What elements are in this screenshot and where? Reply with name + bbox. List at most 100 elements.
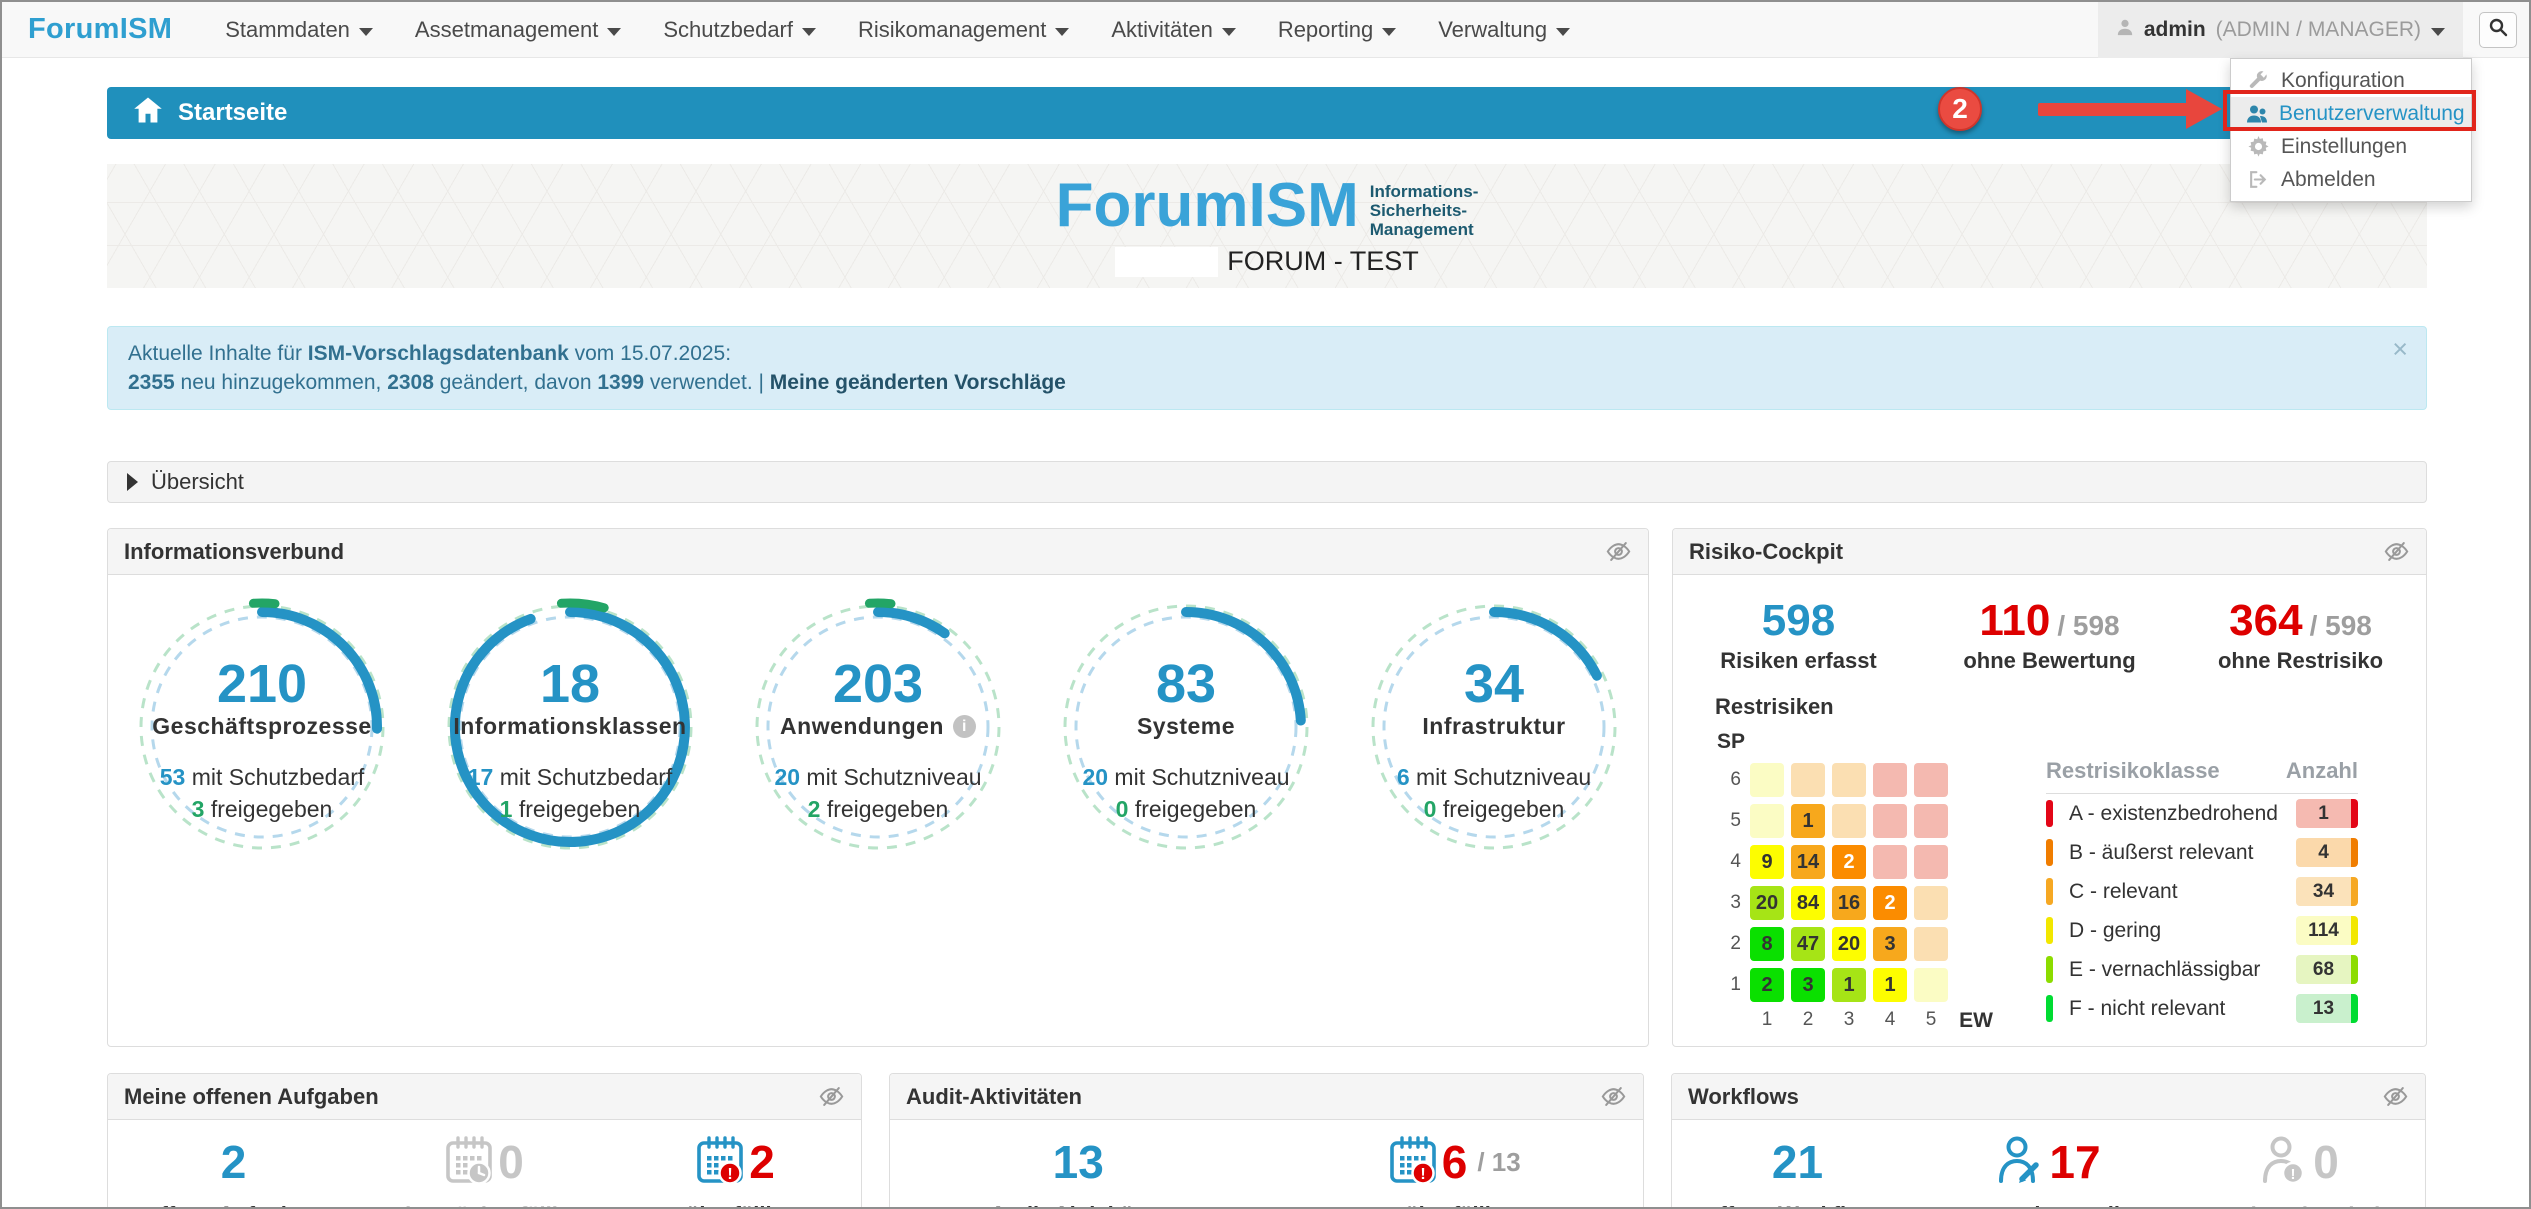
heatmap-cell	[1750, 804, 1784, 838]
risk-cockpit-title: Risiko-Cockpit	[1689, 539, 1843, 565]
user-menu-item-label: Konfiguration	[2281, 69, 2405, 93]
kpi-anwendungen[interactable]: 203Anwendungeni20 mit Schutzniveau2 frei…	[724, 597, 1032, 857]
kpi-label-text: Anwendungen	[780, 713, 944, 740]
app-window: ForumISM StammdatenAssetmanagementSchutz…	[0, 0, 2531, 1209]
class-color-bar	[2046, 878, 2053, 905]
alert-close-button[interactable]: ×	[2392, 335, 2408, 364]
kpi-label-text: Geschäftsprozesse	[152, 713, 371, 740]
heatmap-cell[interactable]: 2	[1750, 968, 1784, 1002]
risk-class-row-c[interactable]: C - relevant34	[2046, 872, 2358, 911]
heatmap-cell[interactable]: 2	[1873, 886, 1907, 920]
stat-demnächst-fällig[interactable]: 0demnächst fällig	[359, 1134, 610, 1209]
heatmap-cell[interactable]: 3	[1873, 927, 1907, 961]
risk-stat-ohne-bewertung[interactable]: 110/ 598 ohne Bewertung	[1924, 597, 2175, 674]
heatmap-cell[interactable]: 2	[1832, 845, 1866, 879]
heatmap-cell[interactable]: 20	[1832, 927, 1866, 961]
user-menu-item-abmelden[interactable]: Abmelden	[2231, 163, 2471, 196]
stat-audit-aktivitäten[interactable]: 13Audit-Aktivitäten	[890, 1134, 1267, 1209]
nav-item-stammdaten[interactable]: Stammdaten	[204, 2, 394, 58]
heatmap-cell[interactable]: 8	[1750, 927, 1784, 961]
risk-stat-total: / 598	[2310, 610, 2372, 641]
heatmap-cell[interactable]: 14	[1791, 845, 1825, 879]
stat-label: von mir zu bearbeiten	[2186, 1202, 2413, 1209]
heatmap-cell[interactable]: 47	[1791, 927, 1825, 961]
sp-tick-label: 6	[1715, 769, 1741, 791]
kpi-geschäftsprozesse[interactable]: 210Geschäftsprozesse53 mit Schutzbedarf3…	[108, 597, 416, 857]
risk-class-row-d[interactable]: D - gering114	[2046, 911, 2358, 950]
alert-line-1: Aktuelle Inhalte für ISM-Vorschlagsdaten…	[128, 339, 2406, 368]
overview-collapse-bar[interactable]: Übersicht	[107, 461, 2427, 503]
risk-matrix-title: Restrisiken	[1673, 694, 2426, 720]
info-icon[interactable]: i	[953, 715, 976, 738]
risk-stats-row: 598 Risiken erfasst110/ 598 ohne Bewertu…	[1673, 575, 2426, 686]
nav-item-schutzbedarf[interactable]: Schutzbedarf	[642, 2, 837, 58]
ew-tick-label: 4	[1873, 1009, 1907, 1033]
my-changed-suggestions-link[interactable]: Meine geänderten Vorschläge	[770, 371, 1066, 394]
hide-panel-icon[interactable]	[818, 1083, 845, 1110]
risk-stat-ohne-restrisiko[interactable]: 364/ 598 ohne Restrisiko	[2175, 597, 2426, 674]
heatmap-cell[interactable]: 16	[1832, 886, 1866, 920]
brand-logo[interactable]: ForumISM	[2, 13, 204, 46]
heatmap-cell[interactable]: 84	[1791, 886, 1825, 920]
stat-value-row: 13	[1053, 1134, 1104, 1190]
chevron-down-icon	[802, 28, 816, 36]
kpi-label: Systeme	[1137, 713, 1235, 740]
kpi-stat-1: 20 mit Schutzniveau	[1082, 761, 1289, 793]
nav-item-assetmanagement[interactable]: Assetmanagement	[394, 2, 642, 58]
risk-cockpit-header: Risiko-Cockpit	[1673, 529, 2426, 575]
kpi-substats: 53 mit Schutzbedarf3 freigegeben	[160, 761, 365, 825]
user-menu-item-einstellungen[interactable]: Einstellungen	[2231, 130, 2471, 163]
heatmap-cell[interactable]: 9	[1750, 845, 1784, 879]
stat-offene-aufgaben[interactable]: 2offene Aufgaben	[108, 1134, 359, 1209]
stat-überfällig[interactable]: !2überfällig	[610, 1134, 861, 1209]
heatmap-cell[interactable]: 20	[1750, 886, 1784, 920]
heatmap-cell[interactable]: 3	[1791, 968, 1825, 1002]
wrench-icon	[2246, 70, 2270, 91]
class-label: C - relevant	[2069, 880, 2296, 904]
heatmap-cell	[1914, 763, 1948, 797]
hide-panel-icon[interactable]	[1600, 1083, 1627, 1110]
kpi-stat-1: 17 mit Schutzbedarf	[468, 761, 673, 793]
heatmap-cell	[1914, 968, 1948, 1002]
home-icon[interactable]	[133, 96, 163, 131]
environment-label-row: FORUM - TEST	[1115, 246, 1419, 277]
nav-item-reporting[interactable]: Reporting	[1257, 2, 1417, 58]
kpi-circle: 203Anwendungeni20 mit Schutzniveau2 frei…	[748, 597, 1008, 857]
kpi-systeme[interactable]: 83Systeme20 mit Schutzniveau0 freigegebe…	[1032, 597, 1340, 857]
search-button[interactable]	[2479, 12, 2517, 48]
hide-panel-icon[interactable]	[2382, 1083, 2409, 1110]
risk-class-row-e[interactable]: E - vernachlässigbar68	[2046, 950, 2358, 989]
kpi-informationsklassen[interactable]: 18Informationsklassen17 mit Schutzbedarf…	[416, 597, 724, 857]
user-menu-toggle[interactable]: admin (ADMIN / MANAGER)	[2098, 2, 2463, 58]
heatmap-cell[interactable]: 1	[1791, 804, 1825, 838]
nav-item-aktivitäten[interactable]: Aktivitäten	[1090, 2, 1257, 58]
stat-überfällig[interactable]: !6/ 13überfällig	[1267, 1134, 1644, 1209]
nav-item-verwaltung[interactable]: Verwaltung	[1417, 2, 1591, 58]
risk-stat-risiken-erfasst[interactable]: 598 Risiken erfasst	[1673, 597, 1924, 674]
risk-stat-label: Risiken erfasst	[1673, 648, 1924, 674]
kpi-infrastruktur[interactable]: 34Infrastruktur6 mit Schutzniveau0 freig…	[1340, 597, 1648, 857]
heatmap-cell[interactable]: 1	[1873, 968, 1907, 1002]
stat-label: demnächst fällig	[398, 1202, 572, 1209]
environment-label: FORUM - TEST	[1227, 246, 1419, 277]
heatmap-cell	[1832, 804, 1866, 838]
hide-panel-icon[interactable]	[1605, 538, 1632, 565]
class-count-badge: 1	[2296, 799, 2358, 828]
alert-line-2: 2355 neu hinzugekommen, 2308 geändert, d…	[128, 368, 2406, 397]
risk-class-row-f[interactable]: F - nicht relevant13	[2046, 989, 2358, 1028]
stat-value: 2	[221, 1139, 247, 1185]
hide-panel-icon[interactable]	[2383, 538, 2410, 565]
kpi-stat-2: 2 freigegeben	[774, 793, 981, 825]
stat-value: 13	[1053, 1139, 1104, 1185]
heatmap-cell[interactable]: 1	[1832, 968, 1866, 1002]
chevron-down-icon	[2431, 28, 2445, 36]
expand-triangle-icon	[127, 473, 138, 491]
user-roles: (ADMIN / MANAGER)	[2216, 18, 2421, 42]
risk-class-row-b[interactable]: B - äußerst relevant4	[2046, 833, 2358, 872]
stat-label: offene Workflows	[1706, 1202, 1889, 1209]
stat-offene-workflows[interactable]: 21offene Workflows	[1672, 1134, 1923, 1209]
risk-class-row-a[interactable]: A - existenzbedrohend1	[2046, 794, 2358, 833]
stat-von-mir-zu-bearbeiten[interactable]: !0von mir zu bearbeiten	[2174, 1134, 2425, 1209]
nav-item-risikomanagement[interactable]: Risikomanagement	[837, 2, 1090, 58]
stat-von-mir-erstellt[interactable]: 17von mir erstellt	[1923, 1134, 2174, 1209]
